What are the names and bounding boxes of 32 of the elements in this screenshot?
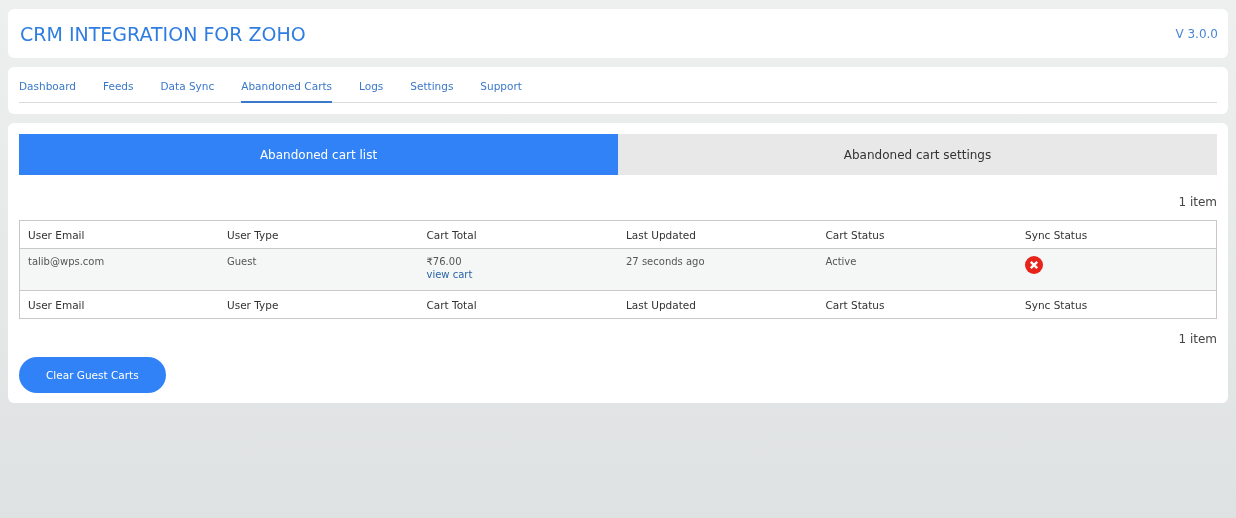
column-header: User Type bbox=[219, 220, 419, 249]
clear-guest-carts-button[interactable]: Clear Guest Carts bbox=[19, 357, 166, 393]
sub-tab[interactable]: Abandoned cart settings bbox=[618, 134, 1217, 175]
table-cell: 27 seconds ago bbox=[618, 248, 818, 291]
column-footer: Last Updated bbox=[618, 290, 818, 319]
table-cell: Active bbox=[817, 248, 1017, 291]
nav-tab[interactable]: Logs bbox=[359, 77, 384, 103]
column-footer: Cart Status bbox=[817, 290, 1017, 319]
column-footer: User Email bbox=[19, 290, 219, 319]
nav-tab[interactable]: Data Sync bbox=[160, 77, 215, 103]
column-footer: User Type bbox=[219, 290, 419, 319]
column-header: Cart Total bbox=[418, 220, 618, 249]
sub-tab[interactable]: Abandoned cart list bbox=[19, 134, 618, 175]
item-count: 1 item bbox=[1178, 195, 1217, 209]
column-header: Last Updated bbox=[618, 220, 818, 249]
column-footer: Cart Total bbox=[418, 290, 618, 319]
version-label: V 3.0.0 bbox=[1175, 26, 1218, 41]
column-header: User Email bbox=[19, 220, 219, 249]
nav-tab[interactable]: Support bbox=[480, 77, 522, 103]
view-cart-link[interactable]: view cart bbox=[426, 269, 610, 280]
cart-total: ₹76.00 bbox=[426, 256, 463, 267]
column-header: Cart Status bbox=[817, 220, 1017, 249]
nav-tab[interactable]: Dashboard bbox=[19, 77, 76, 103]
nav-tab[interactable]: Feeds bbox=[102, 77, 134, 103]
item-count: 1 item bbox=[1178, 332, 1217, 346]
column-footer: Sync Status bbox=[1017, 290, 1217, 319]
table-cell: Guest bbox=[219, 248, 419, 291]
nav-tab[interactable]: Settings bbox=[410, 77, 454, 103]
table-cell: talib@wps.com bbox=[19, 248, 219, 291]
nav-tab[interactable]: Abandoned Carts bbox=[241, 77, 333, 103]
column-header: Sync Status bbox=[1017, 220, 1217, 249]
app-title: CRM INTEGRATION FOR ZOHO bbox=[20, 22, 306, 45]
